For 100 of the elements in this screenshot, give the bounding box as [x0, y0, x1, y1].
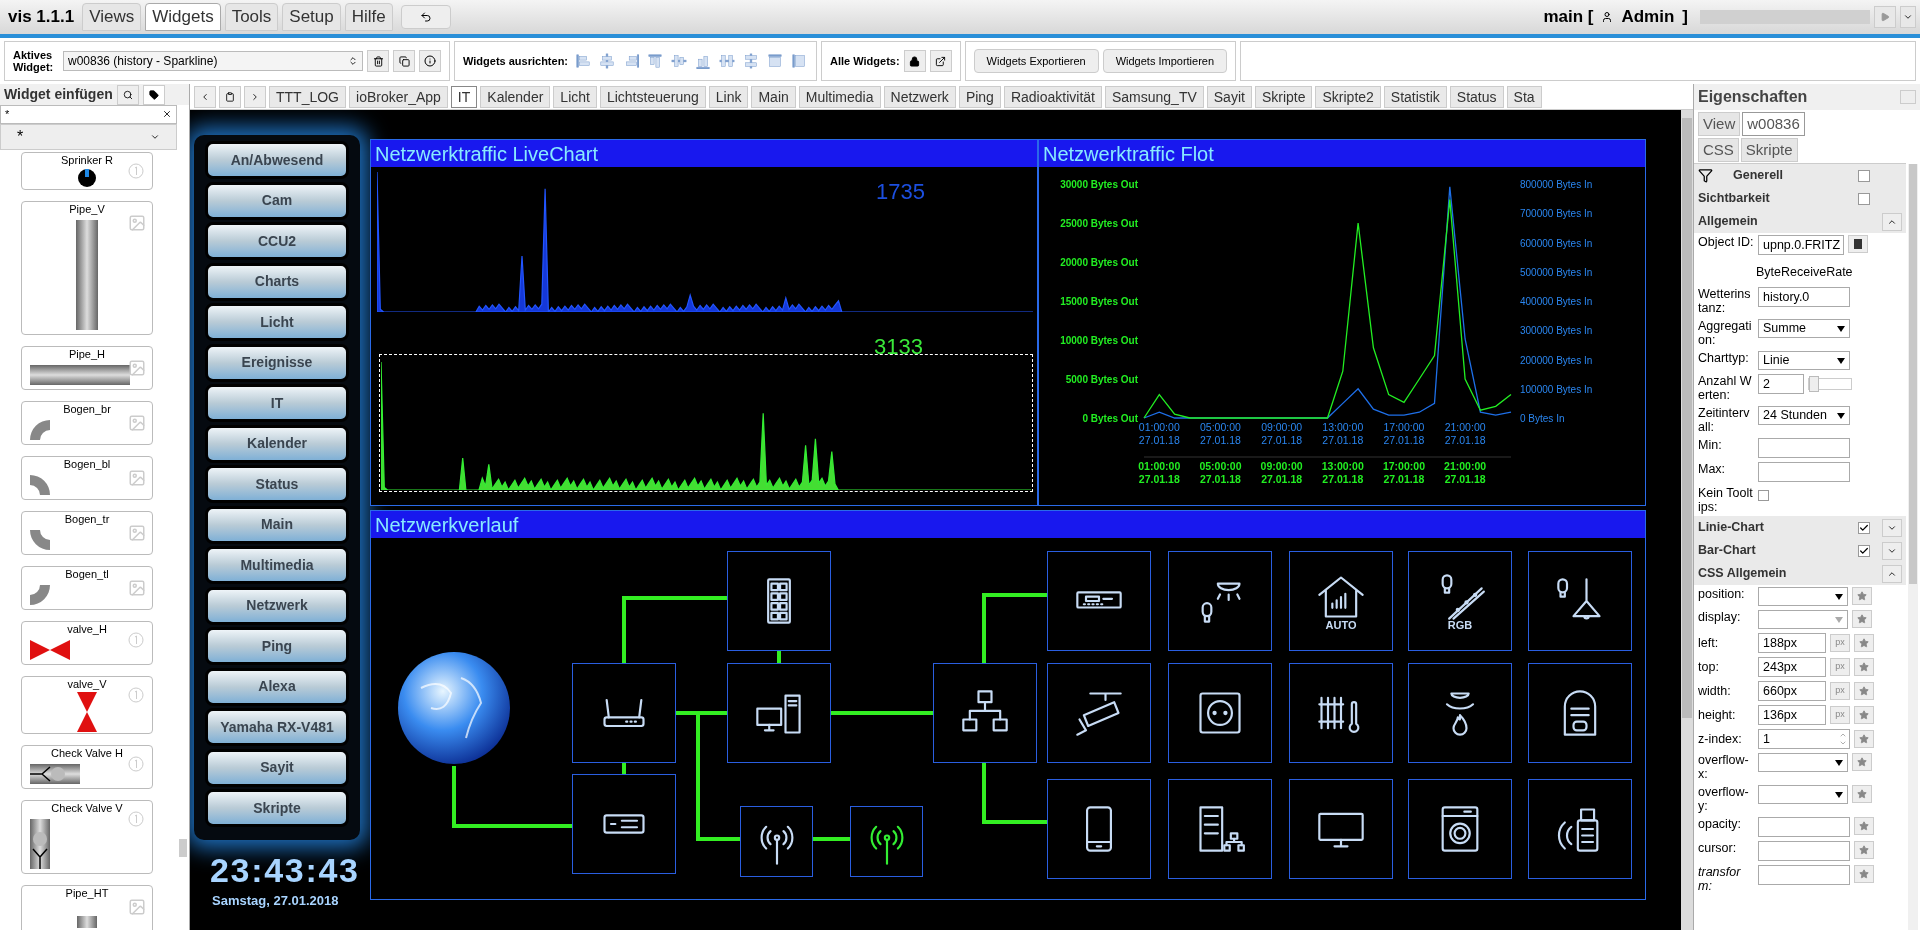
checkbox[interactable] [1858, 192, 1870, 205]
page-tab[interactable]: Skripte [1254, 85, 1313, 108]
menu-tab[interactable]: Tools [224, 3, 279, 31]
page-tab[interactable]: Link [708, 85, 749, 108]
copy-button[interactable] [393, 50, 415, 72]
input-field[interactable] [1758, 438, 1850, 458]
page-tab[interactable]: Status [1449, 85, 1504, 108]
star-button[interactable] [1854, 730, 1874, 748]
nav-button[interactable]: IT [205, 384, 349, 422]
property-tab[interactable]: CSS [1698, 138, 1739, 162]
input-field[interactable]: 660px [1758, 681, 1826, 701]
widget-card[interactable]: Bogen_tl [21, 565, 153, 610]
select-field[interactable] [1758, 753, 1848, 772]
star-button[interactable] [1852, 785, 1872, 803]
collapse-button[interactable] [1882, 212, 1902, 231]
input-field[interactable] [1758, 865, 1850, 885]
section-header[interactable]: Allgemein [1694, 210, 1906, 233]
star-button[interactable] [1854, 634, 1874, 652]
input-field[interactable]: upnp.0.FRITZ [1758, 235, 1844, 255]
select-field[interactable]: 24 Stunden [1758, 406, 1850, 425]
lock-button[interactable] [903, 50, 926, 72]
menu-tab[interactable]: Widgets [145, 3, 221, 31]
input-field[interactable] [1758, 841, 1850, 861]
star-button[interactable] [1854, 865, 1874, 883]
star-button[interactable] [1852, 610, 1872, 628]
section-header[interactable]: Bar-Chart [1694, 539, 1906, 562]
star-button[interactable] [1854, 682, 1874, 700]
page-tab[interactable]: Sta [1506, 85, 1542, 108]
page-tab[interactable]: Skripte2 [1315, 85, 1381, 108]
section-header[interactable]: Linie-Chart [1694, 516, 1906, 539]
delete-button[interactable] [367, 50, 389, 72]
nav-button[interactable]: Charts [205, 262, 349, 301]
star-button[interactable] [1852, 753, 1872, 771]
page-tab[interactable]: Netzwerk [883, 85, 956, 108]
slider-thumb[interactable] [1809, 376, 1820, 392]
nav-button[interactable]: Cam [205, 181, 349, 220]
page-tab[interactable]: Ping [958, 85, 1001, 108]
nav-button[interactable]: Yamaha RX-V481 [205, 708, 349, 746]
nav-button[interactable]: Main [205, 505, 349, 544]
page-tab[interactable]: Statistik [1383, 85, 1447, 108]
checkbox[interactable] [1858, 544, 1870, 557]
collapse-button[interactable] [1882, 564, 1902, 583]
star-button[interactable] [1854, 841, 1874, 859]
menu-tab[interactable]: Setup [282, 3, 341, 31]
input-field[interactable] [1758, 817, 1850, 837]
nav-button[interactable]: Netzwerk [205, 586, 349, 625]
page-tab[interactable]: Lichtsteuerung [599, 85, 706, 108]
nav-button[interactable]: Multimedia [205, 546, 349, 584]
page-tab[interactable]: Main [751, 85, 796, 108]
align-button[interactable] [574, 51, 593, 71]
external-link-button[interactable] [929, 50, 952, 72]
property-tab[interactable]: w00836 [1742, 112, 1805, 136]
select-field[interactable]: Summe [1758, 319, 1850, 338]
toolbar-button[interactable]: Widgets Exportieren [973, 49, 1099, 73]
info-button[interactable] [419, 50, 441, 72]
nav-button[interactable]: Ping [205, 627, 349, 665]
category-select[interactable]: * [0, 123, 177, 150]
page-tab[interactable]: Multimedia [798, 85, 881, 108]
star-button[interactable] [1854, 658, 1874, 676]
widget-card[interactable]: Sprinker R [21, 151, 153, 190]
widget-select[interactable]: w00836 (history - Sparkline) [63, 51, 363, 71]
menu-tab[interactable]: Hilfe [344, 3, 393, 31]
toolbar-button[interactable]: Widgets Importieren [1102, 49, 1228, 73]
expand-button[interactable] [1882, 518, 1902, 537]
page-tab[interactable]: Licht [553, 85, 597, 108]
checkbox[interactable] [1758, 490, 1769, 501]
input-field[interactable]: history.0 [1758, 287, 1850, 307]
align-button[interactable] [646, 51, 665, 71]
property-tab[interactable]: Skripte [1740, 138, 1798, 162]
filter-field[interactable]: * [0, 105, 177, 124]
menu-tab[interactable]: Views [82, 3, 142, 31]
page-tab[interactable]: Samsung_TV [1104, 85, 1204, 108]
star-button[interactable] [1852, 587, 1872, 605]
checkbox[interactable] [1858, 521, 1870, 534]
undo-button[interactable] [400, 5, 451, 29]
select-field[interactable] [1758, 785, 1848, 804]
star-button[interactable] [1854, 817, 1874, 835]
widget-card[interactable]: Bogen_tr [21, 510, 153, 555]
page-tab[interactable]: Radioaktivität [1003, 85, 1102, 108]
dropdown-button[interactable] [1900, 6, 1916, 28]
widget-card[interactable]: Pipe_V [21, 200, 153, 335]
nav-button[interactable]: CCU2 [205, 222, 349, 260]
widget-card[interactable]: Check Valve H [21, 744, 153, 789]
widget-card[interactable]: Pipe_H [21, 345, 153, 390]
star-button[interactable] [1854, 706, 1874, 724]
page-tab[interactable]: ioBroker_App [349, 85, 448, 108]
page-tab[interactable]: IT [450, 85, 478, 108]
select-field[interactable] [1758, 587, 1848, 606]
widget-card[interactable]: valve_H [21, 620, 153, 665]
play-button[interactable] [1874, 6, 1896, 28]
number-field[interactable]: 1 [1758, 729, 1850, 749]
nav-button[interactable]: Alexa [205, 667, 349, 706]
object-picker-button[interactable] [1848, 235, 1868, 253]
tag-button[interactable] [142, 84, 165, 105]
section-header[interactable]: Generell [1694, 164, 1906, 187]
nav-button[interactable]: An/Abwesend [205, 141, 349, 179]
input-field[interactable]: 188px [1758, 633, 1826, 653]
align-button[interactable] [598, 51, 617, 71]
widget-card[interactable]: Bogen_bl [21, 455, 153, 500]
nav-button[interactable]: Licht [205, 303, 349, 341]
